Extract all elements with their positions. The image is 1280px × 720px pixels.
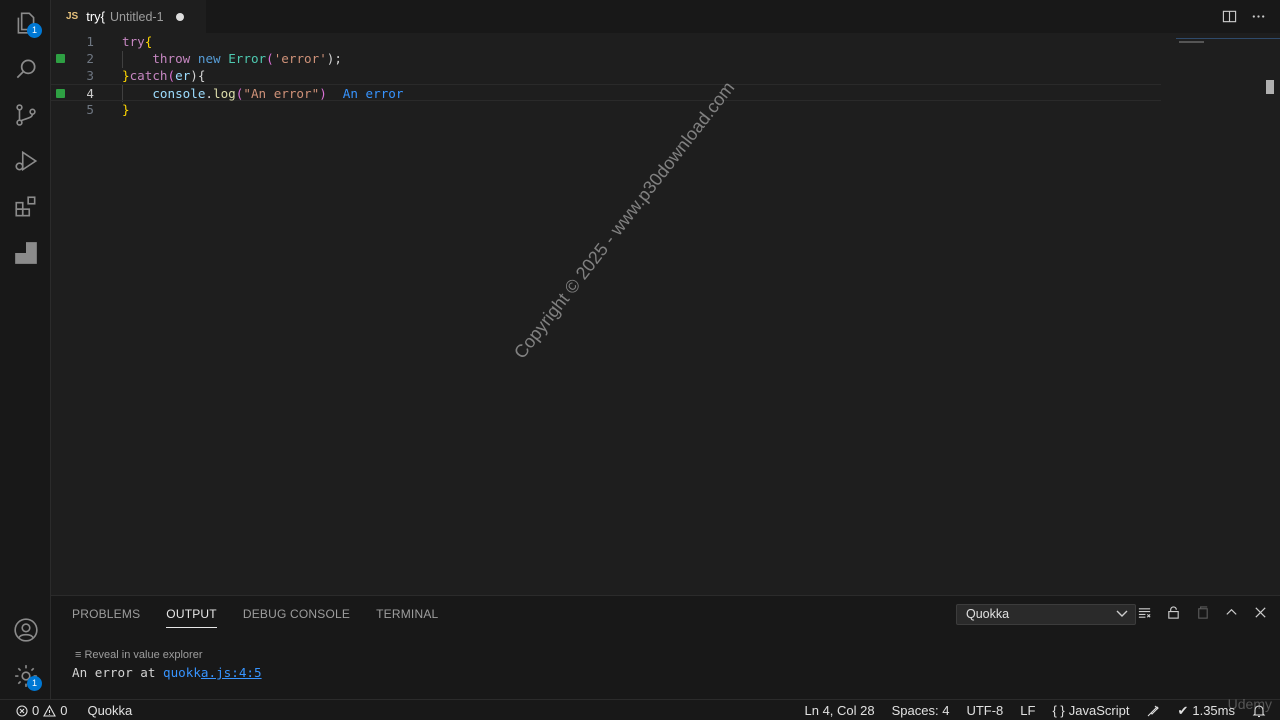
braces-icon: { } (1052, 703, 1065, 718)
code-text: }catch(er){ (122, 68, 206, 83)
udemy-watermark: Udemy (1227, 696, 1272, 712)
quokka-icon (14, 242, 37, 264)
editor-tab-bar: JS try{ Untitled-1 (51, 0, 1280, 33)
chevron-down-icon (1116, 610, 1128, 617)
cursor-position[interactable]: Ln 4, Col 28 (805, 703, 875, 718)
output-channel-value: Quokka (966, 607, 1010, 621)
line-number: 4 (86, 86, 94, 101)
quokka-status[interactable]: Quokka (87, 703, 132, 718)
maximize-panel-icon[interactable] (1224, 605, 1239, 620)
scrollbar-thumb[interactable] (1266, 80, 1274, 94)
check-icon: ✔ (1177, 702, 1189, 718)
split-editor-icon[interactable] (1222, 9, 1237, 24)
run-debug-button[interactable] (0, 138, 51, 184)
search-button[interactable] (0, 46, 51, 92)
line-number: 5 (86, 102, 94, 117)
quokka-timing[interactable]: ✔ 1.35ms (1177, 703, 1235, 719)
copy-icon[interactable] (1195, 605, 1210, 620)
editor-tab-untitled-1[interactable]: JS try{ Untitled-1 (51, 0, 206, 33)
explorer-badge: 1 (27, 23, 42, 38)
unsaved-dot-icon[interactable] (175, 12, 184, 21)
javascript-file-icon: JS (66, 11, 79, 22)
output-channel-select[interactable]: Quokka (956, 604, 1136, 625)
minimap-content (1179, 41, 1204, 43)
status-bar-right: Ln 4, Col 28 Spaces: 4 UTF-8 LF { } JavaS… (805, 700, 1267, 720)
run-debug-icon (14, 150, 37, 172)
quokka-inline-value: An error (342, 86, 404, 101)
status-bar: 0 0 Quokka Ln 4, Col 28 Spaces: 4 UTF-8 … (0, 699, 1280, 720)
close-panel-icon[interactable] (1253, 605, 1268, 620)
code-line-4[interactable]: 4 console.log("An error") An error (51, 84, 1161, 101)
tab-terminal[interactable]: TERMINAL (376, 596, 438, 632)
panel-tabs: PROBLEMS OUTPUT DEBUG CONSOLE TERMINAL (72, 596, 438, 632)
code-text: try{ (122, 34, 153, 49)
output-text: An error at quokka.js:4:5 (72, 665, 262, 680)
indentation-status[interactable]: Spaces: 4 (892, 703, 950, 718)
line-number: 3 (86, 68, 94, 83)
output-file-link[interactable]: quokka.js:4:5 (163, 665, 262, 680)
language-mode[interactable]: { } JavaScript (1052, 703, 1129, 718)
tab-debug-console[interactable]: DEBUG CONSOLE (243, 596, 350, 632)
code-line-1[interactable]: 1 try{ (51, 33, 1161, 50)
added-line-marker (56, 54, 65, 63)
search-icon (16, 59, 36, 79)
code-text: throw new Error('error'); (152, 51, 342, 66)
bottom-panel: PROBLEMS OUTPUT DEBUG CONSOLE TERMINAL Q… (51, 595, 1280, 699)
more-actions-icon[interactable] (1251, 9, 1266, 24)
activity-bar: 1 1 (0, 0, 51, 699)
settings-badge: 1 (27, 676, 42, 691)
panel-actions (1137, 605, 1268, 620)
error-icon (16, 704, 28, 717)
source-control-button[interactable] (0, 92, 51, 138)
code-text: console.log("An error") An error (152, 86, 404, 101)
code-line-2[interactable]: 2 throw new Error('error'); (51, 50, 1161, 67)
eol-status[interactable]: LF (1020, 703, 1035, 718)
warning-icon (43, 704, 57, 717)
account-icon (13, 618, 38, 642)
line-number: 1 (86, 34, 94, 49)
explorer-button[interactable]: 1 (0, 0, 51, 46)
accounts-button[interactable] (0, 607, 51, 653)
tab-output[interactable]: OUTPUT (166, 600, 217, 628)
tab-problems[interactable]: PROBLEMS (72, 596, 140, 632)
extensions-icon (14, 196, 35, 217)
added-line-marker (56, 89, 65, 98)
quokka-button[interactable] (0, 230, 51, 276)
extensions-button[interactable] (0, 184, 51, 230)
manage-button[interactable]: 1 (0, 653, 51, 699)
problems-status[interactable]: 0 0 (16, 703, 67, 718)
tab-title: try{ (86, 9, 106, 24)
clear-output-icon[interactable] (1137, 605, 1152, 620)
encoding-status[interactable]: UTF-8 (966, 703, 1003, 718)
line-number: 2 (86, 51, 94, 66)
reveal-in-value-explorer-link[interactable]: ≡ Reveal in value explorer (75, 649, 203, 661)
lock-icon[interactable] (1166, 605, 1181, 620)
source-control-icon (15, 104, 36, 126)
code-line-3[interactable]: 3 }catch(er){ (51, 67, 1161, 84)
status-bar-left: 0 0 Quokka (16, 700, 132, 720)
code-editor[interactable]: 1 try{ 2 throw new Error('error'); 3 }ca… (51, 33, 1280, 595)
tab-description: Untitled-1 (110, 9, 164, 24)
code-line-5[interactable]: 5 } (51, 101, 1161, 118)
editor-actions (1222, 0, 1266, 33)
minimap[interactable] (1176, 38, 1280, 43)
code-text: } (122, 102, 130, 117)
feedback-icon[interactable] (1146, 704, 1160, 718)
